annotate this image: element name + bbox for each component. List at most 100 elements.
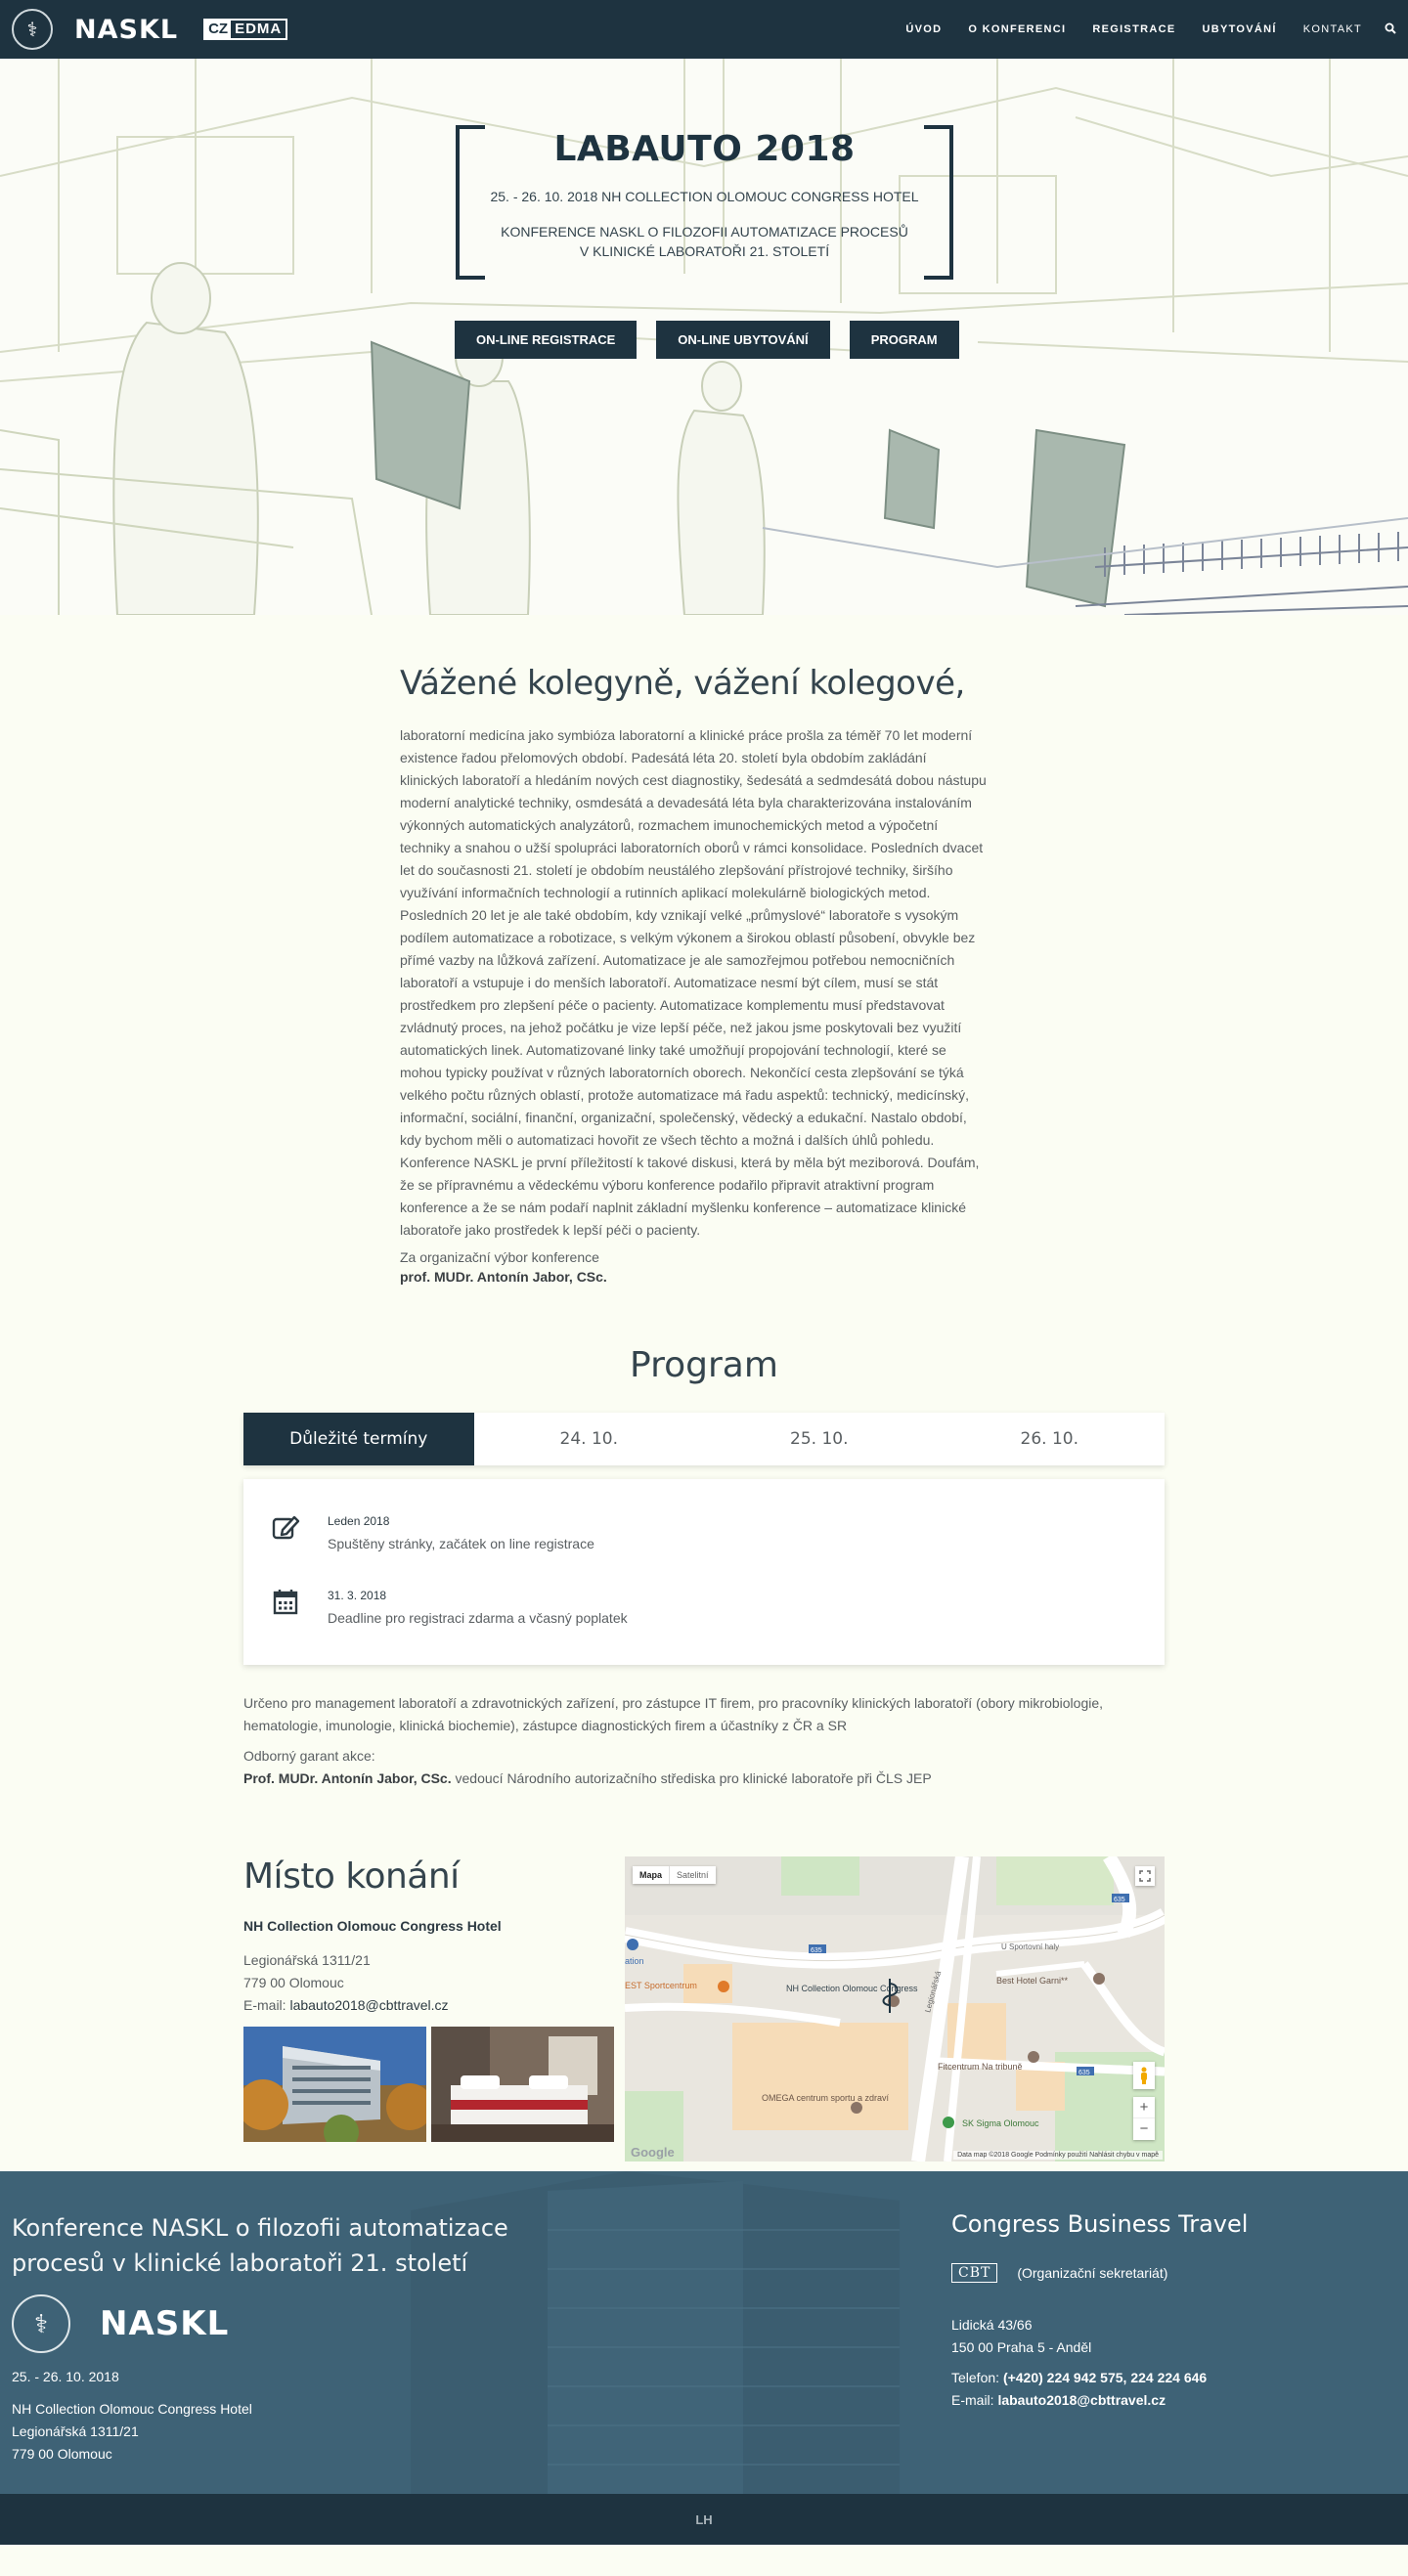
program-title: Program [630,1345,778,1385]
naskl-logo-text[interactable]: NASKL [74,15,178,45]
menu-item-ubytovani[interactable]: UBYTOVÁNÍ [1202,23,1276,35]
footer-email-link[interactable]: labauto2018@cbttravel.cz [997,2392,1166,2408]
footer-organizer: CBT (Organizační sekretariát) [951,2263,1362,2283]
footer-hotel: NH Collection Olomouc Congress Hotel [12,2401,252,2417]
intro-body: laboratorní medicína jako symbióza labor… [400,727,987,1238]
zoom-controls: + − [1133,2097,1155,2140]
guarant-label: Odborný garant akce: [243,1748,375,1764]
phone-link[interactable]: (+420) 224 942 575, 224 224 646 [1003,2370,1207,2385]
czedma-cz: CZ [205,21,232,38]
svg-text:ation: ation [625,1956,644,1966]
footer-date: 25. - 26. 10. 2018 [12,2369,119,2384]
svg-text:EST Sportcentrum: EST Sportcentrum [625,1981,697,1990]
tab-25-10[interactable]: 25. 10. [704,1413,935,1465]
footer-city: 779 00 Olomouc [12,2446,112,2462]
menu-item-uvod[interactable]: ÚVOD [905,23,942,35]
important-dates-card: Leden 2018 Spuštěny stránky, začátek on … [243,1479,1165,1665]
tab-26-10[interactable]: 26. 10. [935,1413,1166,1465]
svg-text:U Sportovní haly: U Sportovní haly [1001,1943,1059,1951]
tab-important-dates[interactable]: Důležité termíny [243,1413,474,1465]
lh-logo[interactable]: LH [695,2512,712,2527]
map-attribution[interactable]: Data map ©2018 Google Podmínky použití N… [953,2151,1163,2160]
intro-heading: Vážené kolegyně, vážení kolegové, [400,664,965,703]
footer-email-line: E-mail: labauto2018@cbttravel.cz [951,2389,1362,2412]
online-accommodation-button[interactable]: ON-LINE UBYTOVÁNÍ [656,321,830,359]
program-button[interactable]: PROGRAM [849,321,959,359]
hero-title-box: LABAUTO 2018 25. - 26. 10. 2018 NH COLLE… [456,125,953,280]
map-type-toggle: Mapa Satelitní [633,1866,716,1884]
cbt-city: 150 00 Praha 5 - Anděl [951,2339,1092,2355]
tab-24-10[interactable]: 24. 10. [474,1413,705,1465]
event-date: 31. 3. 2018 [328,1589,387,1602]
top-navbar: ⚕ NASKL CZ EDMA ÚVOD O KONFERENCI REGIST… [0,0,1408,59]
footer-cbt-title: Congress Business Travel [951,2210,1249,2238]
event-item: 31. 3. 2018 Deadline pro registraci zdar… [271,1585,1165,1626]
footer-street: Legionářská 1311/21 [12,2423,139,2439]
svg-text:SK Sigma Olomouc: SK Sigma Olomouc [962,2118,1039,2128]
naskl-seal-logo[interactable]: ⚕ [12,9,53,50]
venue-section: Místo konání NH Collection Olomouc Congr… [243,1856,1165,2161]
intro-section: Vážené kolegyně, vážení kolegové, labora… [400,664,987,1285]
svg-text:Fitcentrum Na tribuně: Fitcentrum Na tribuně [938,2062,1023,2072]
program-audience-note: Určeno pro management laboratoří a zdrav… [243,1695,1104,1733]
zoom-out-button[interactable]: − [1133,2118,1155,2140]
czedma-logo[interactable]: CZ EDMA [203,19,288,40]
online-registration-button[interactable]: ON-LINE REGISTRACE [455,321,638,359]
intro-signature-name: prof. MUDr. Antonín Jabor, CSc. [400,1269,607,1285]
hero-subtitle: KONFERENCE NASKL O FILOZOFII AUTOMATIZAC… [456,222,953,261]
fullscreen-icon[interactable] [1135,1866,1155,1886]
search-icon[interactable] [1385,22,1396,37]
map-tab-map[interactable]: Mapa [633,1866,670,1884]
bracket-left [456,125,485,280]
bottom-bar: LH [0,2494,1408,2545]
footer-title: Konference NASKL o filozofii automatizac… [12,2214,508,2277]
menu-item-registrace[interactable]: REGISTRACE [1092,23,1175,35]
guarant-name: Prof. MUDr. Antonín Jabor, CSc. [243,1770,452,1786]
czedma-edma: EDMA [235,21,283,37]
menu-item-kontakt[interactable]: KONTAKT [1303,23,1362,35]
hero-subtitle-line1: KONFERENCE NASKL O FILOZOFII AUTOMATIZAC… [501,224,908,240]
intro-signature-line: Za organizační výbor konference [400,1249,599,1265]
main-menu: ÚVOD O KONFERENCI REGISTRACE UBYTOVÁNÍ K… [905,22,1396,37]
menu-item-o-konferenci[interactable]: O KONFERENCI [968,23,1066,35]
footer-contact: Telefon: (+420) 224 942 575, 224 224 646… [951,2367,1362,2412]
event-text: Deadline pro registraci zdarma a včasný … [328,1610,628,1626]
organizer-note: (Organizační sekretariát) [1017,2265,1168,2281]
cbt-logo[interactable]: CBT [951,2263,998,2283]
hero-buttons: ON-LINE REGISTRACE ON-LINE UBYTOVÁNÍ PRO… [455,321,959,359]
svg-text:OMEGA centrum sportu a zdraví: OMEGA centrum sportu a zdraví [762,2093,890,2103]
event-date: Leden 2018 [328,1514,390,1528]
google-logo: Google [631,2145,675,2160]
hero-section: LABAUTO 2018 25. - 26. 10. 2018 NH COLLE… [0,59,1408,615]
guarant-role: vedoucí Národního autorizačního středisk… [455,1770,932,1786]
svg-text:635: 635 [811,1947,822,1954]
footer-right: Congress Business Travel CBT (Organizačn… [951,2210,1362,2412]
venue-email-link[interactable]: labauto2018@cbttravel.cz [289,1997,448,2013]
hero-title: LABAUTO 2018 [553,129,856,169]
event-item: Leden 2018 Spuštěny stránky, začátek on … [271,1510,1165,1551]
svg-text:635: 635 [1078,2070,1090,2076]
program-guarant: Odborný garant akce: Prof. MUDr. Antonín… [243,1745,1165,1790]
map-canvas[interactable]: 635 635 635 NH Collection Olomouc Congre… [625,1856,1165,2161]
footer-left: Konference NASKL o filozofii automatizac… [12,2210,520,2466]
map-tab-satellite[interactable]: Satelitní [669,1866,716,1884]
event-text: Spuštěny stránky, začátek on line regist… [328,1536,594,1551]
hero-subtitle-line2: V KLINICKÉ LABORATOŘI 21. STOLETÍ [579,243,830,259]
program-tabs: Důležité termíny 24. 10. 25. 10. 26. 10. [243,1413,1165,1465]
guarant-line: Prof. MUDr. Antonín Jabor, CSc. vedoucí … [243,1768,1165,1790]
pegman-icon[interactable] [1133,2062,1155,2089]
bracket-right [924,125,953,280]
footer-logo: ⚕ NASKL [12,2294,520,2353]
cbt-street: Lidická 43/66 [951,2317,1033,2333]
hotel-room-photo[interactable] [431,2027,614,2142]
edit-icon [272,1515,300,1540]
venue-map[interactable]: 635 635 635 NH Collection Olomouc Congre… [625,1856,1165,2161]
footer-venue-address: NH Collection Olomouc Congress Hotel Leg… [12,2398,520,2466]
naskl-seal-icon: ⚕ [12,2294,70,2353]
calendar-icon [273,1590,298,1615]
svg-text:635: 635 [1114,1897,1125,1903]
footer-email-label: E-mail: [951,2392,994,2408]
hotel-exterior-photo[interactable] [243,2027,426,2142]
footer-naskl-text: NASKL [100,2304,230,2343]
zoom-in-button[interactable]: + [1133,2097,1155,2118]
